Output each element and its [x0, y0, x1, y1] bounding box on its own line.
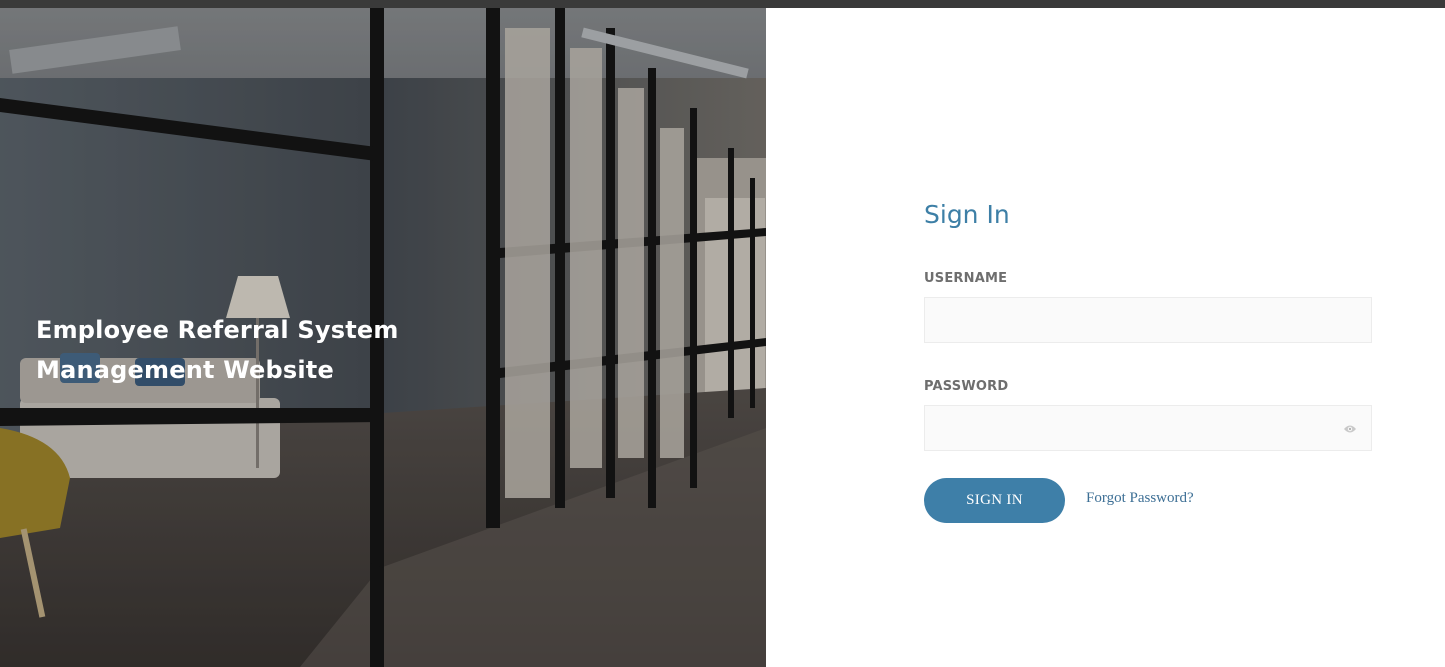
password-input[interactable]	[925, 406, 1371, 450]
username-label: USERNAME	[924, 271, 1008, 286]
password-field-wrapper	[924, 405, 1372, 451]
sign-in-heading: Sign In	[924, 200, 1010, 229]
username-field-wrapper	[924, 297, 1372, 343]
hero-panel: Employee Referral System Management Webs…	[0, 8, 766, 667]
username-group: USERNAME	[924, 271, 1372, 343]
sign-in-form: Sign In USERNAME PASSWORD SIGN IN Forgot…	[924, 195, 1372, 523]
site-title-line-2: Management Website	[36, 356, 334, 384]
site-title-line-1: Employee Referral System	[36, 316, 399, 344]
top-bar	[0, 0, 1445, 8]
forgot-password-link[interactable]: Forgot Password?	[1086, 490, 1194, 507]
password-group: PASSWORD	[924, 379, 1372, 451]
password-label: PASSWORD	[924, 379, 1009, 394]
site-title: Employee Referral System Management Webs…	[36, 310, 456, 390]
form-actions: SIGN IN Forgot Password?	[924, 478, 1372, 523]
sign-in-button[interactable]: SIGN IN	[924, 478, 1065, 523]
username-input[interactable]	[925, 298, 1371, 342]
eye-icon[interactable]	[1343, 422, 1357, 434]
